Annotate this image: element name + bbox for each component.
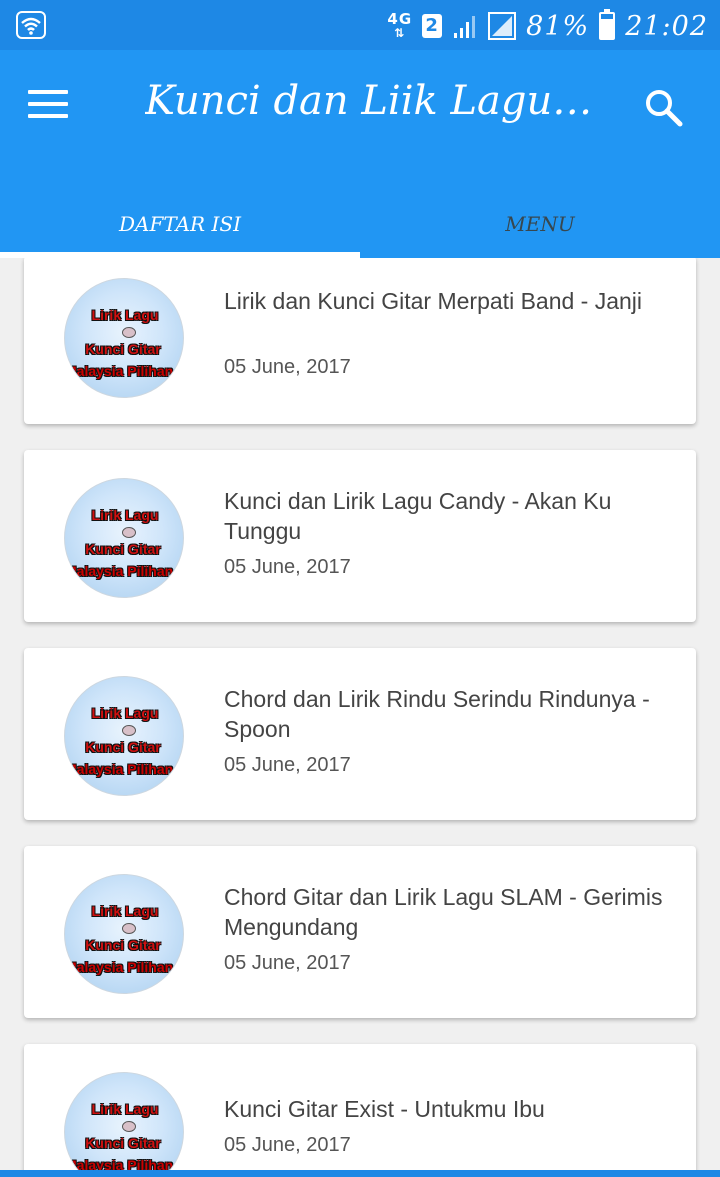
clock: 21:02: [625, 10, 708, 42]
tab-bar: DAFTAR ISI MENU: [0, 190, 720, 258]
tab-daftar-isi-label: DAFTAR ISI: [119, 212, 241, 236]
chat-bubble-icon: [122, 527, 136, 538]
thumbnail-text: Malaysia Pilihan: [65, 563, 174, 579]
thumbnail-text: Kunci Gitar: [85, 1135, 161, 1151]
battery-icon: [599, 9, 616, 40]
post-title: Kunci Gitar Exist - Untukmu Ibu: [224, 1096, 545, 1122]
post-thumbnail: Lirik Lagu Kunci Gitar Malaysia Pilihan: [64, 1072, 184, 1170]
thumbnail-text: Lirik Lagu: [91, 307, 159, 323]
bottom-strip: [0, 1170, 720, 1177]
thumbnail-text: Lirik Lagu: [91, 1101, 159, 1117]
status-bar: 4G ⇅ 2 81% 21:02: [0, 0, 720, 50]
sim-indicator: 2: [422, 14, 443, 38]
chat-bubble-icon: [122, 923, 136, 934]
thumbnail-text: Malaysia Pilihan: [65, 363, 174, 379]
signal-icon-2: [488, 12, 517, 40]
post-title: Kunci dan Lirik Lagu Candy - Akan Ku Tun…: [224, 488, 612, 544]
app-bar: Kunci dan Liik Lagu Ma... DAFTAR ISI MEN…: [0, 50, 720, 258]
post-date: 05 June, 2017: [224, 556, 351, 578]
network-type-label: 4G: [387, 10, 413, 28]
search-icon[interactable]: [642, 86, 686, 130]
thumbnail-text: Kunci Gitar: [85, 541, 161, 557]
list-item[interactable]: Lirik Lagu Kunci Gitar Malaysia Pilihan …: [24, 648, 696, 820]
thumbnail-text: Kunci Gitar: [85, 937, 161, 953]
thumbnail-text: Malaysia Pilihan: [65, 761, 174, 777]
post-date: 05 June, 2017: [224, 754, 351, 776]
list-item[interactable]: Lirik Lagu Kunci Gitar Malaysia Pilihan …: [24, 258, 696, 424]
post-date: 05 June, 2017: [224, 952, 351, 974]
thumbnail-text: Kunci Gitar: [85, 739, 161, 755]
signal-icon: [454, 16, 476, 38]
thumbnail-text: Malaysia Pilihan: [65, 1157, 174, 1170]
tab-daftar-isi[interactable]: DAFTAR ISI: [0, 190, 360, 258]
list-item[interactable]: Lirik Lagu Kunci Gitar Malaysia Pilihan …: [24, 846, 696, 1018]
post-title: Chord Gitar dan Lirik Lagu SLAM - Gerimi…: [224, 884, 663, 940]
wifi-icon: [16, 11, 46, 43]
thumbnail-text: Lirik Lagu: [91, 705, 159, 721]
list-item[interactable]: Lirik Lagu Kunci Gitar Malaysia Pilihan …: [24, 1044, 696, 1170]
thumbnail-text: Kunci Gitar: [85, 341, 161, 357]
post-thumbnail: Lirik Lagu Kunci Gitar Malaysia Pilihan: [64, 278, 184, 398]
list-item[interactable]: Lirik Lagu Kunci Gitar Malaysia Pilihan …: [24, 450, 696, 622]
thumbnail-text: Malaysia Pilihan: [65, 959, 174, 975]
chat-bubble-icon: [122, 327, 136, 338]
post-thumbnail: Lirik Lagu Kunci Gitar Malaysia Pilihan: [64, 874, 184, 994]
post-title: Lirik dan Kunci Gitar Merpati Band - Jan…: [224, 288, 643, 314]
hamburger-menu-icon[interactable]: [28, 90, 68, 122]
chat-bubble-icon: [122, 1121, 136, 1132]
tab-menu[interactable]: MENU: [360, 190, 720, 258]
thumbnail-text: Lirik Lagu: [91, 507, 159, 523]
post-thumbnail: Lirik Lagu Kunci Gitar Malaysia Pilihan: [64, 676, 184, 796]
network-type-indicator: 4G ⇅: [387, 10, 413, 41]
post-title: Chord dan Lirik Rindu Serindu Rindunya -…: [224, 686, 650, 742]
post-date: 05 June, 2017: [224, 356, 351, 378]
thumbnail-text: Lirik Lagu: [91, 903, 159, 919]
chat-bubble-icon: [122, 725, 136, 736]
post-thumbnail: Lirik Lagu Kunci Gitar Malaysia Pilihan: [64, 478, 184, 598]
post-date: 05 June, 2017: [224, 1134, 351, 1156]
app-title: Kunci dan Liik Lagu Ma...: [145, 78, 595, 124]
post-list[interactable]: Lirik Lagu Kunci Gitar Malaysia Pilihan …: [0, 258, 720, 1170]
battery-percentage: 81%: [526, 10, 590, 42]
tab-menu-label: MENU: [505, 212, 575, 236]
